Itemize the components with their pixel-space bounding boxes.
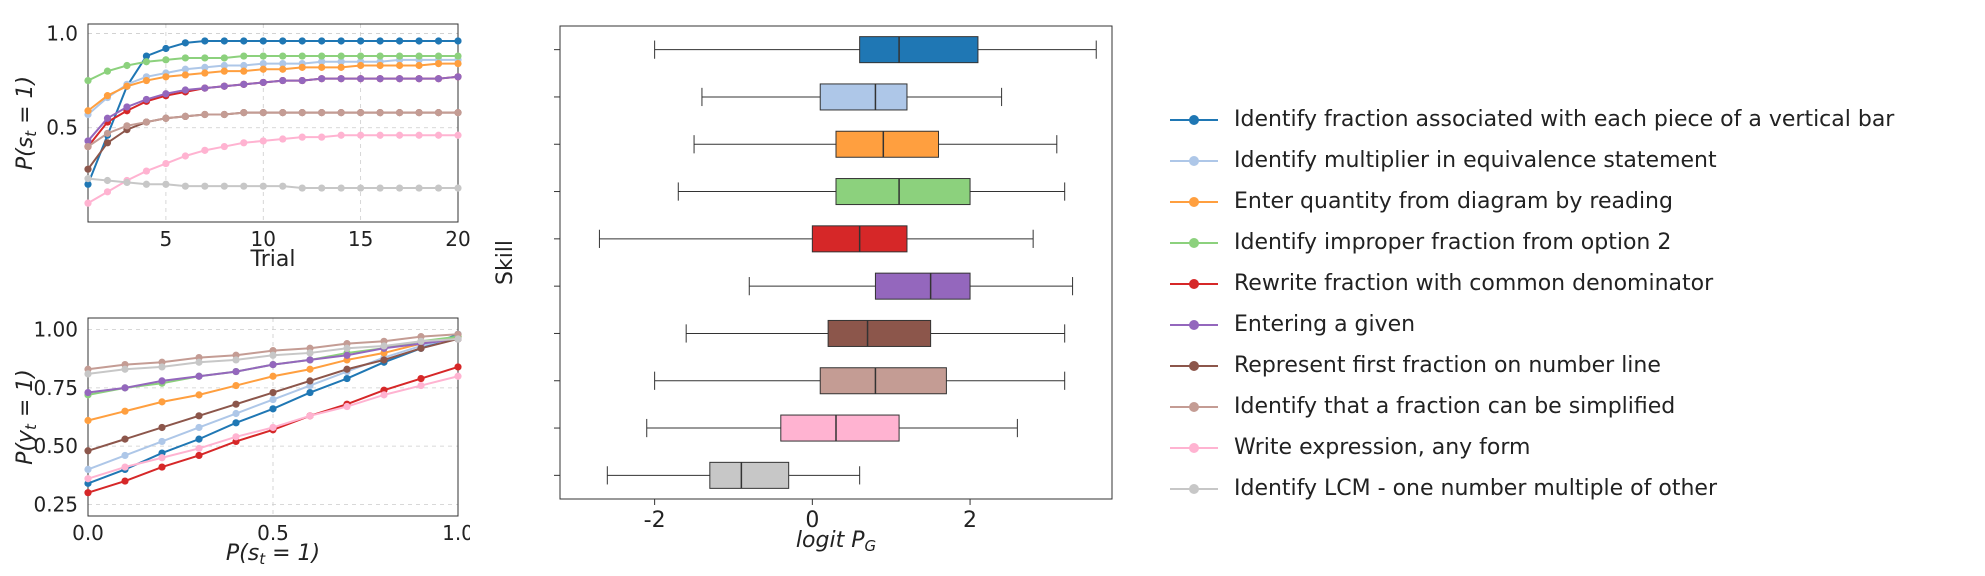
svg-text:0.5: 0.5 [46,116,78,140]
chart-pyt-vs-pst: 0.250.500.751.000.00.51.0P(st = 1)P(yt =… [10,304,470,566]
legend-line-icon [1170,324,1218,326]
legend-label: Rewrite fraction with common denominator [1234,271,1713,296]
legend-line-icon [1170,447,1218,449]
legend-item: Identify improper fraction from option 2 [1170,230,1975,255]
svg-text:logit PG: logit PG [796,528,876,555]
svg-text:0.25: 0.25 [33,492,78,516]
legend-item: Identify LCM - one number multiple of ot… [1170,476,1975,501]
legend-line-icon [1170,242,1218,244]
legend-line-icon [1170,119,1218,121]
svg-text:Trial: Trial [250,247,296,272]
legend-item: Represent first fraction on number line [1170,353,1975,378]
svg-text:0.0: 0.0 [72,521,104,545]
legend-line-icon [1170,160,1218,162]
legend-label: Identify improper fraction from option 2 [1234,230,1671,255]
svg-text:15: 15 [348,227,373,251]
svg-text:Skill: Skill [493,240,518,285]
svg-text:0.50: 0.50 [33,434,78,458]
mid-column: -202logit PGSkill [480,10,1140,566]
legend-label: Enter quantity from diagram by reading [1234,189,1673,214]
legend: Identify fraction associated with each p… [1140,10,1975,566]
svg-text:0.75: 0.75 [33,376,78,400]
legend-line-icon [1170,201,1218,203]
svg-text:1.0: 1.0 [442,521,470,545]
legend-item: Identify multiplier in equivalence state… [1170,148,1975,173]
svg-text:P(st = 1): P(st = 1) [13,76,40,170]
svg-text:20: 20 [445,227,470,251]
legend-label: Identify LCM - one number multiple of ot… [1234,476,1717,501]
legend-label: Identify fraction associated with each p… [1234,107,1894,132]
legend-label: Identify that a fraction can be simplifi… [1234,394,1675,419]
legend-item: Write expression, any form [1170,435,1975,460]
svg-text:P(yt = 1): P(yt = 1) [13,369,40,465]
legend-line-icon [1170,365,1218,367]
legend-item: Rewrite fraction with common denominator [1170,271,1975,296]
legend-item: Enter quantity from diagram by reading [1170,189,1975,214]
legend-label: Write expression, any form [1234,435,1530,460]
chart-boxplot-logit-pg: -202logit PGSkill [490,10,1130,555]
legend-line-icon [1170,283,1218,285]
svg-text:1.0: 1.0 [46,21,78,45]
legend-label: Identify multiplier in equivalence state… [1234,148,1717,173]
legend-line-icon [1170,406,1218,408]
legend-line-icon [1170,488,1218,490]
svg-text:2: 2 [963,508,977,533]
legend-item: Identify that a fraction can be simplifi… [1170,394,1975,419]
svg-text:5: 5 [160,227,173,251]
left-column: 0.51.05101520TrialP(st = 1) 0.250.500.75… [10,10,480,566]
legend-item: Identify fraction associated with each p… [1170,107,1975,132]
svg-text:1.00: 1.00 [33,318,78,342]
svg-text:-2: -2 [644,508,666,533]
svg-text:P(st = 1): P(st = 1) [226,541,320,566]
figure-wrap: 0.51.05101520TrialP(st = 1) 0.250.500.75… [0,0,1985,576]
chart-pst-vs-trial: 0.51.05101520TrialP(st = 1) [10,10,470,272]
legend-item: Entering a given [1170,312,1975,337]
legend-label: Entering a given [1234,312,1415,337]
legend-label: Represent first fraction on number line [1234,353,1661,378]
